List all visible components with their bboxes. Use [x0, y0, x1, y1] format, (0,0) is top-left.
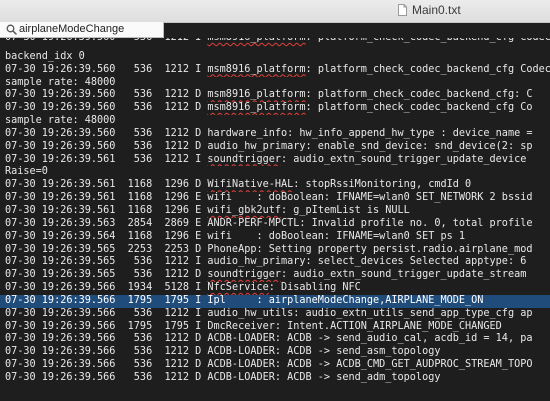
log-line-text: 07-30 19:26:39.560 536 1212 D hardware_i… [5, 127, 533, 139]
log-line-text: 07-30 19:26:39.564 1168 1296 E wifi : do… [5, 230, 466, 242]
log-line-text: 07-30 19:26:39.563 2854 2869 E ANDR-PERF… [5, 217, 533, 229]
window-title: Main0.txt [412, 3, 461, 17]
log-line[interactable]: sample rate: 48000 [0, 115, 550, 128]
log-line-tag: wifi_gbk2utf [207, 204, 282, 216]
log-line[interactable]: 07-30 19:26:39.565 536 1212 D soundtrigg… [0, 269, 550, 282]
log-line-message: : stopRssiMonitoring, cmdId 0 [293, 179, 472, 191]
document-icon [398, 4, 407, 16]
log-line-message: : platform_check_codec_backend_cfg: C [305, 89, 533, 101]
log-line-message: : audio_extn_sound_trigger_update_device [281, 153, 527, 165]
log-line-text: 07-30 19:26:39.560 536 1212 I [5, 63, 208, 75]
log-line-text: 07-30 19:26:39.565 2253 2253 D PhoneApp:… [5, 243, 533, 255]
log-line[interactable]: Raise=0 [0, 166, 550, 179]
log-line-text: 07-30 19:26:39.561 1168 1296 D [5, 179, 208, 191]
log-line-message: : platform_check_codec_backend_cfg Codec [305, 63, 550, 75]
log-line-text: 07-30 19:26:39.566 536 1212 D ACDB-LOADE… [5, 359, 533, 371]
log-line[interactable]: 07-30 19:26:39.560 536 1212 D audio_hw_p… [0, 141, 550, 154]
log-line[interactable]: 07-30 19:26:39.566 536 1212 D ACDB-LOADE… [0, 333, 550, 346]
log-line-text: 07-30 19:26:39.560 536 1212 D [5, 102, 208, 114]
log-line-tag: NfcService [207, 282, 269, 294]
log-line-text: 07-30 19:26:39.561 536 1212 I [5, 153, 208, 165]
log-line[interactable]: 07-30 19:26:39.565 536 1212 I audio_hw_p… [0, 256, 550, 269]
log-line-text: 07-30 19:26:39.561 1168 1296 E wifi : do… [5, 192, 533, 204]
log-line-text: 07-30 19:26:39.565 536 1212 I audio_hw_p… [5, 256, 527, 268]
log-line-tag: WifiNative-HAL [207, 179, 294, 191]
log-line[interactable]: 07-30 19:26:39.566 536 1212 I audio_hw_u… [0, 308, 550, 321]
log-line-text: 07-30 19:26:39.566 536 1212 I audio_hw_u… [5, 307, 533, 319]
search-input[interactable] [19, 22, 159, 37]
log-line-text: 07-30 19:26:39.566 1795 1795 I Ipl : air… [5, 294, 484, 306]
log-line-message: : g_pItemList is NULL [281, 204, 410, 216]
log-line[interactable]: 07-30 19:26:39.561 536 1212 I soundtrigg… [0, 154, 550, 167]
log-text-area[interactable]: 07-30 19:26:39.560 536 1212 I msm8916_pl… [0, 38, 550, 401]
log-line-tag: soundtrigger [207, 153, 282, 165]
log-line-text: 07-30 19:26:39.560 536 1212 I [5, 38, 207, 43]
log-line-tag: soundtrigger [207, 269, 282, 281]
log-line-tag: msm8916_platform [207, 38, 305, 43]
log-line[interactable]: 07-30 19:26:39.560 536 1212 D hardware_i… [0, 128, 550, 141]
log-line-text: backend_idx 0 [5, 50, 85, 62]
log-line-text: 07-30 19:26:39.560 536 1212 D audio_hw_p… [5, 140, 533, 152]
log-line[interactable]: 07-30 19:26:39.561 1168 1296 E wifi : do… [0, 192, 550, 205]
text-viewer-window: Main0.txt 07-30 19:26:39.560 536 1212 I … [0, 0, 550, 401]
log-line-text: 07-30 19:26:39.565 536 1212 D [5, 269, 208, 281]
log-line-text: 07-30 19:26:39.566 1934 5128 I [5, 282, 208, 294]
log-line[interactable]: 07-30 19:26:39.566 536 1212 D ACDB-LOADE… [0, 372, 550, 385]
log-line-tag: msm8916_platform [207, 89, 306, 101]
log-line-text: 07-30 19:26:39.566 536 1212 D ACDB-LOADE… [5, 371, 441, 383]
search-bar [0, 22, 164, 38]
log-line-message: : platform_check_codec_backend_cfg Co [305, 102, 533, 114]
log-line[interactable]: 07-30 19:26:39.564 1168 1296 E wifi : do… [0, 231, 550, 244]
log-line[interactable]: 07-30 19:26:39.561 1168 1296 D WifiNativ… [0, 179, 550, 192]
log-line[interactable]: backend_idx 0 [0, 51, 550, 64]
log-line[interactable]: 07-30 19:26:39.560 536 1212 I msm8916_pl… [0, 38, 550, 49]
log-line-text: 07-30 19:26:39.566 536 1212 D ACDB-LOADE… [5, 333, 533, 345]
log-line[interactable]: 07-30 19:26:39.563 2854 2869 E ANDR-PERF… [0, 218, 550, 231]
title-bar[interactable]: Main0.txt [0, 0, 550, 23]
log-line[interactable]: 07-30 19:26:39.566 536 1212 D ACDB-LOADE… [0, 359, 550, 372]
log-line-message: : Disabling NFC [268, 282, 361, 294]
log-line[interactable]: 07-30 19:26:39.566 1934 5128 I NfcServic… [0, 282, 550, 295]
log-line[interactable]: 07-30 19:26:39.565 2253 2253 D PhoneApp:… [0, 244, 550, 257]
log-line-message: : platform_check_codec_backend_cfg Codec [306, 38, 550, 43]
log-line[interactable]: 07-30 19:26:39.560 536 1212 D msm8916_pl… [0, 89, 550, 102]
log-line-message: : audio_extn_sound_trigger_update_stream [281, 269, 527, 281]
log-line-text: 07-30 19:26:39.566 1795 1795 I DmcReceiv… [5, 320, 502, 332]
log-line-selected[interactable]: 07-30 19:26:39.566 1795 1795 I Ipl : air… [0, 294, 550, 308]
log-line-text: 07-30 19:26:39.560 536 1212 D [5, 89, 208, 101]
log-line[interactable]: sample rate: 48000 [0, 77, 550, 90]
log-line[interactable]: 07-30 19:26:39.561 1168 1296 E wifi_gbk2… [0, 205, 550, 218]
log-line[interactable]: 07-30 19:26:39.560 536 1212 I msm8916_pl… [0, 64, 550, 77]
search-icon [6, 24, 17, 35]
log-line[interactable]: 07-30 19:26:39.560 536 1212 D msm8916_pl… [0, 102, 550, 115]
log-line-text: sample rate: 48000 [5, 115, 116, 127]
log-line-text: sample rate: 48000 [5, 76, 116, 88]
log-line-text: 07-30 19:26:39.566 536 1212 D ACDB-LOADE… [5, 346, 441, 358]
log-line[interactable]: 07-30 19:26:39.566 1795 1795 I DmcReceiv… [0, 321, 550, 334]
log-line-text: Raise=0 [5, 166, 48, 178]
log-line-tag: msm8916_platform [207, 63, 306, 75]
log-line-text: 07-30 19:26:39.561 1168 1296 E [5, 204, 208, 216]
log-line-tag: msm8916_platform [207, 102, 306, 114]
log-line[interactable]: 07-30 19:26:39.566 536 1212 D ACDB-LOADE… [0, 346, 550, 359]
